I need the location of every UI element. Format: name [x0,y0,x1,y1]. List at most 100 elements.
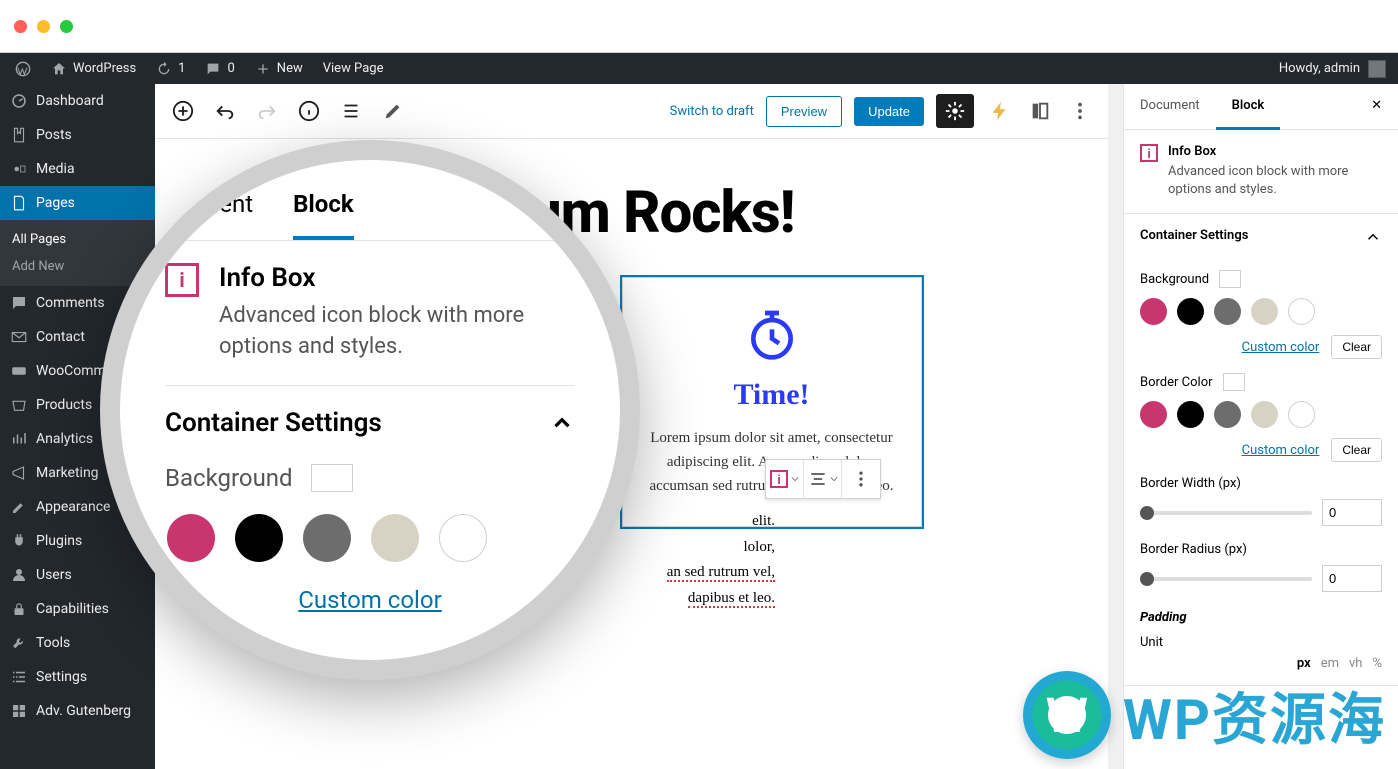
border-radius-slider[interactable] [1140,577,1312,581]
howdy-user[interactable]: Howdy, admin [1279,60,1390,78]
sidebar-item-users[interactable]: Users [0,558,155,592]
color-swatch[interactable] [1214,298,1241,325]
color-swatch[interactable] [1140,298,1167,325]
sidebar-item-pages[interactable]: Pages [0,186,155,220]
color-swatch[interactable] [235,514,283,562]
background-colors [1140,298,1382,325]
sidebar-item-settings[interactable]: Settings [0,660,155,694]
switch-to-draft-button[interactable]: Switch to draft [670,104,754,119]
block-toolbar: i [765,459,881,499]
unit-px[interactable]: px [1297,656,1311,671]
sidebar-item-capabilities[interactable]: Capabilities [0,592,155,626]
mag-info-icon: i [165,263,199,297]
watermark-logo-icon: W [1023,671,1111,759]
sidebar-item-tools[interactable]: Tools [0,626,155,660]
new-link[interactable]: New [248,61,310,77]
mag-tab-block[interactable]: Block [293,190,354,240]
border-width-slider[interactable] [1140,511,1312,515]
block-card-desc: Advanced icon block with more options an… [1168,163,1382,199]
wp-adminbar: WordPress 1 0 New View Page Howdy, admin [0,53,1398,84]
unit-selector: px em vh % [1140,656,1382,671]
sidebar-item-adv-gutenberg[interactable]: Adv. Gutenberg [0,694,155,728]
window-close-icon[interactable] [14,20,27,33]
color-swatch[interactable] [1288,401,1315,428]
sidebar-item-posts[interactable]: Posts [0,118,155,152]
border-colors [1140,401,1382,428]
align-icon[interactable] [804,460,842,498]
clear-background-button[interactable]: Clear [1331,335,1382,359]
updates-link[interactable]: 1 [149,61,192,77]
view-icon[interactable] [1026,97,1054,125]
unit-label: Unit [1140,635,1382,650]
background-swatch-indicator [1219,270,1241,288]
more-options-icon[interactable] [1066,97,1094,125]
infobox-card-icon: i [1140,144,1158,162]
clear-border-button[interactable]: Clear [1331,438,1382,462]
border-swatch-indicator [1223,373,1245,391]
block-type-icon[interactable]: i [766,460,804,498]
background-label: Background [1140,270,1382,288]
color-swatch[interactable] [371,514,419,562]
custom-color-link-2[interactable]: Custom color [1242,443,1320,458]
border-color-label: Border Color [1140,373,1382,391]
outline-icon[interactable] [337,97,365,125]
undo-icon[interactable] [211,97,239,125]
color-swatch[interactable] [1288,298,1315,325]
unit-vh[interactable]: vh [1349,656,1362,671]
inspector-tabs: Document Block ✕ [1124,84,1398,130]
infobox-heading[interactable]: Time! [643,378,901,412]
border-radius-input[interactable] [1322,565,1382,592]
window-maximize-icon[interactable] [60,20,73,33]
magnifier-overlay: ument Block i Info Box Advanced icon blo… [100,140,640,680]
container-settings-toggle[interactable]: Container Settings [1124,214,1398,260]
color-swatch[interactable] [1214,401,1241,428]
close-inspector-icon[interactable]: ✕ [1355,84,1398,129]
unit-em[interactable]: em [1321,656,1339,671]
window-minimize-icon[interactable] [37,20,50,33]
padding-heading: Padding [1140,610,1382,625]
scrollbar[interactable] [1108,84,1123,769]
site-home-link[interactable]: WordPress [44,61,143,77]
border-width-input[interactable] [1322,499,1382,526]
settings-gear-icon[interactable] [936,94,974,128]
block-card-title: Info Box [1168,144,1382,159]
color-swatch[interactable] [1177,298,1204,325]
redo-icon[interactable] [253,97,281,125]
update-button[interactable]: Update [854,97,924,126]
color-swatch[interactable] [1251,401,1278,428]
color-swatch[interactable] [303,514,351,562]
editor-header: Switch to draft Preview Update [155,84,1108,139]
comments-link[interactable]: 0 [198,61,241,77]
block-inspector: Document Block ✕ i Info Box Advanced ico… [1123,84,1398,769]
tab-block[interactable]: Block [1216,84,1281,130]
info-icon[interactable] [295,97,323,125]
mag-container-settings[interactable]: Container Settings [165,408,575,438]
add-block-icon[interactable] [169,97,197,125]
bolt-icon[interactable] [986,97,1014,125]
preview-button[interactable]: Preview [766,96,842,127]
sidebar-item-media[interactable]: Media [0,152,155,186]
watermark-text: WP资源海 [1123,675,1386,756]
container-settings-panel: Container Settings Background Custom col… [1124,214,1398,686]
color-swatch[interactable] [1140,401,1167,428]
color-swatch[interactable] [1177,401,1204,428]
edit-icon[interactable] [379,97,407,125]
mac-titlebar [0,0,1398,53]
tab-document[interactable]: Document [1124,84,1216,129]
mag-block-desc: Advanced icon block with more options an… [219,301,575,363]
unit-pct[interactable]: % [1372,656,1382,671]
color-swatch[interactable] [439,514,487,562]
view-page-link[interactable]: View Page [316,61,391,76]
border-width-label: Border Width (px) [1140,476,1382,491]
sidebar-item-dashboard[interactable]: Dashboard [0,84,155,118]
block-more-icon[interactable] [842,460,880,498]
wp-logo-icon[interactable] [8,61,38,77]
avatar [1368,60,1386,78]
mag-custom-color-link[interactable]: Custom color [165,586,575,614]
color-swatch[interactable] [1251,298,1278,325]
sidebar-sub-all-pages[interactable]: All Pages [0,226,155,253]
sidebar-sub-add-new[interactable]: Add New [0,253,155,280]
mag-block-title: Info Box [219,263,575,293]
custom-color-link[interactable]: Custom color [1242,340,1320,355]
color-swatch[interactable] [167,514,215,562]
